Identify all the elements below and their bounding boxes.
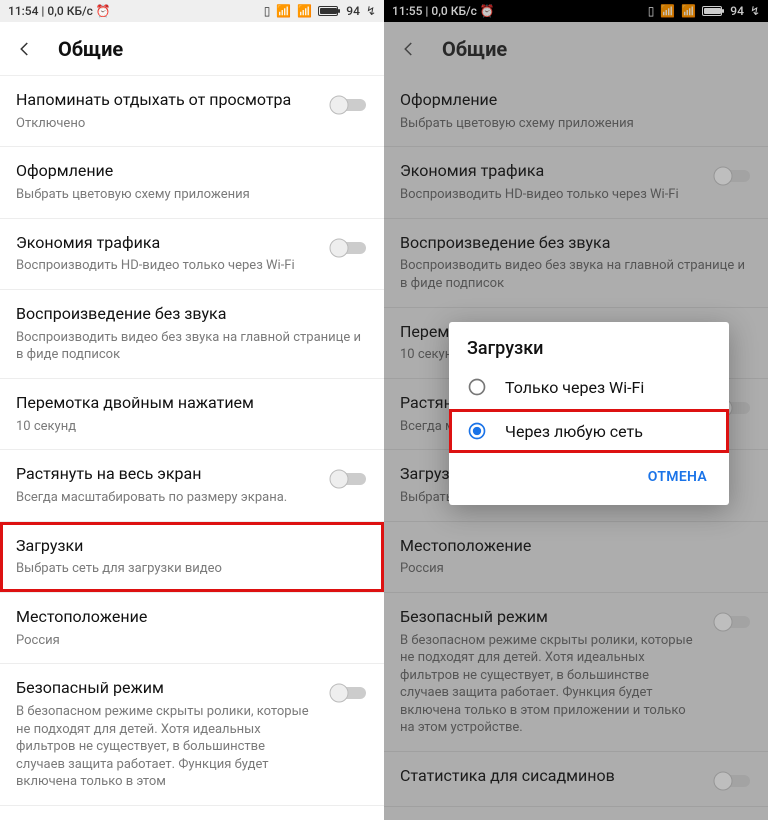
row-subtitle: В безопасном режиме скрыты ролики, котор… bbox=[400, 632, 700, 737]
row-subtitle: Воспроизводить видео без звука на главно… bbox=[400, 257, 752, 292]
app-toolbar: Общие bbox=[0, 22, 384, 76]
battery-percent-sign: ↯ bbox=[366, 4, 376, 18]
battery-percent: 94 bbox=[346, 4, 360, 18]
dialog-actions: ОТМЕНА bbox=[449, 453, 729, 505]
status-divider: | bbox=[38, 4, 47, 18]
row-title: Местоположение bbox=[400, 536, 752, 557]
toggle-switch[interactable] bbox=[328, 682, 368, 704]
row-subtitle: Выбрать цветовую схему приложения bbox=[16, 186, 368, 204]
row-title: Воспроизведение без звука bbox=[16, 304, 368, 325]
row-title: Растянуть на весь экран bbox=[16, 464, 316, 485]
settings-list[interactable]: Напоминать отдыхать от просмотра Отключен… bbox=[0, 76, 384, 820]
row-subtitle: 10 секунд bbox=[16, 418, 368, 436]
settings-row[interactable]: Экономия трафика Воспроизводить HD-видео … bbox=[0, 219, 384, 290]
row-title: Безопасный режим bbox=[16, 678, 316, 699]
settings-row[interactable]: Загрузки Выбрать сеть для загрузки видео bbox=[0, 522, 384, 593]
toggle-switch[interactable] bbox=[328, 468, 368, 490]
status-icons: ▯ 📶 📶 94 ↯ bbox=[648, 4, 760, 18]
row-title: Оформление bbox=[400, 90, 752, 111]
radio-unselected-icon[interactable] bbox=[467, 377, 487, 397]
row-title: Экономия трафика bbox=[400, 161, 700, 182]
row-title: Загрузки bbox=[16, 536, 368, 557]
dialog-option[interactable]: Через любую сеть bbox=[449, 409, 729, 453]
status-time: 11:55 bbox=[392, 4, 422, 18]
cancel-button[interactable]: ОТМЕНА bbox=[638, 461, 717, 493]
dialog-option-label: Через любую сеть bbox=[505, 422, 643, 441]
row-title: Местоположение bbox=[16, 607, 368, 628]
status-icons: ▯ 📶 📶 94 ↯ bbox=[264, 4, 376, 18]
alarm-icon: ⏰ bbox=[477, 4, 495, 18]
settings-row[interactable]: Перемотка двойным нажатием 10 секунд bbox=[0, 379, 384, 450]
status-divider: | bbox=[422, 4, 431, 18]
row-subtitle: Всегда масштабировать по размеру экрана. bbox=[16, 489, 316, 507]
status-bar: 11:55 | 0,0 КБ/с ⏰ ▯ 📶 📶 94 ↯ bbox=[384, 0, 768, 22]
toggle-switch[interactable] bbox=[712, 770, 752, 792]
settings-row[interactable]: Безопасный режим В безопасном режиме скры… bbox=[384, 593, 768, 752]
toggle-switch[interactable] bbox=[712, 611, 752, 633]
row-title: Воспроизведение без звука bbox=[400, 233, 752, 254]
alarm-icon: ⏰ bbox=[93, 4, 111, 18]
toggle-switch[interactable] bbox=[712, 165, 752, 187]
row-title: Напоминать отдыхать от просмотра bbox=[16, 90, 316, 111]
settings-row[interactable]: Воспроизведение без звука Воспроизводить … bbox=[0, 290, 384, 379]
row-title: Перемотка двойным нажатием bbox=[16, 393, 368, 414]
screenshot-right: 11:55 | 0,0 КБ/с ⏰ ▯ 📶 📶 94 ↯ Общие Офор… bbox=[384, 0, 768, 820]
settings-row[interactable]: Оформление Выбрать цветовую схему приложе… bbox=[0, 147, 384, 218]
settings-row[interactable]: Воспроизведение без звука Воспроизводить … bbox=[384, 219, 768, 308]
row-subtitle: Воспроизводить HD-видео только через Wi-… bbox=[16, 257, 316, 275]
settings-row[interactable]: Безопасный режим В безопасном режиме скры… bbox=[0, 664, 384, 806]
back-icon[interactable] bbox=[16, 40, 34, 58]
toggle-switch[interactable] bbox=[328, 94, 368, 116]
radio-selected-icon[interactable] bbox=[467, 421, 487, 441]
signal-icon: 📶 bbox=[660, 4, 675, 18]
settings-row[interactable]: Экономия трафика Воспроизводить HD-видео … bbox=[384, 147, 768, 218]
back-icon[interactable] bbox=[400, 40, 418, 58]
dialog-title: Загрузки bbox=[449, 322, 729, 365]
app-toolbar: Общие bbox=[384, 22, 768, 76]
settings-row[interactable]: Оформление Выбрать цветовую схему приложе… bbox=[384, 76, 768, 147]
dialog-option[interactable]: Только через Wi-Fi bbox=[449, 365, 729, 409]
row-title: Экономия трафика bbox=[16, 233, 316, 254]
row-title: Безопасный режим bbox=[400, 607, 700, 628]
row-subtitle: Воспроизводить HD-видео только через Wi-… bbox=[400, 186, 700, 204]
sim-icon: ▯ bbox=[648, 4, 655, 18]
dialog-options: Только через Wi-Fi Через любую сеть bbox=[449, 365, 729, 453]
row-title: Оформление bbox=[16, 161, 368, 182]
row-subtitle: Отключено bbox=[16, 115, 316, 133]
row-subtitle: Выбрать сеть для загрузки видео bbox=[16, 560, 368, 578]
dialog-option-label: Только через Wi-Fi bbox=[505, 378, 644, 397]
settings-row[interactable]: Статистика для сисадминов bbox=[384, 752, 768, 807]
battery-icon bbox=[318, 6, 338, 16]
settings-row[interactable]: Растянуть на весь экран Всегда масштабиро… bbox=[0, 450, 384, 521]
settings-row[interactable]: Напоминать отдыхать от просмотра Отключен… bbox=[0, 76, 384, 147]
signal-icon: 📶 bbox=[681, 4, 696, 18]
page-title: Общие bbox=[58, 37, 123, 61]
signal-icon: 📶 bbox=[276, 4, 291, 18]
settings-row[interactable]: Местоположение Россия bbox=[384, 522, 768, 593]
battery-percent: 94 bbox=[730, 4, 744, 18]
battery-percent-sign: ↯ bbox=[750, 4, 760, 18]
toggle-switch[interactable] bbox=[328, 237, 368, 259]
battery-icon bbox=[702, 6, 722, 16]
status-time: 11:54 bbox=[8, 4, 38, 18]
downloads-dialog: Загрузки Только через Wi-Fi Через любую с… bbox=[449, 322, 729, 505]
row-subtitle: В безопасном режиме скрыты ролики, котор… bbox=[16, 703, 316, 791]
row-subtitle: Россия bbox=[400, 560, 752, 578]
status-netspeed: 0,0 КБ/с bbox=[431, 4, 477, 18]
row-subtitle: Россия bbox=[16, 632, 368, 650]
row-subtitle: Воспроизводить видео без звука на главно… bbox=[16, 329, 368, 364]
settings-row[interactable]: Местоположение Россия bbox=[0, 593, 384, 664]
screenshot-left: 11:54 | 0,0 КБ/с ⏰ ▯ 📶 📶 94 ↯ Общие Напо… bbox=[0, 0, 384, 820]
page-title: Общие bbox=[442, 37, 507, 61]
status-bar: 11:54 | 0,0 КБ/с ⏰ ▯ 📶 📶 94 ↯ bbox=[0, 0, 384, 22]
row-title: Статистика для сисадминов bbox=[400, 766, 700, 787]
sim-icon: ▯ bbox=[264, 4, 271, 18]
row-subtitle: Выбрать цветовую схему приложения bbox=[400, 115, 752, 133]
status-netspeed: 0,0 КБ/с bbox=[47, 4, 93, 18]
signal-icon: 📶 bbox=[297, 4, 312, 18]
